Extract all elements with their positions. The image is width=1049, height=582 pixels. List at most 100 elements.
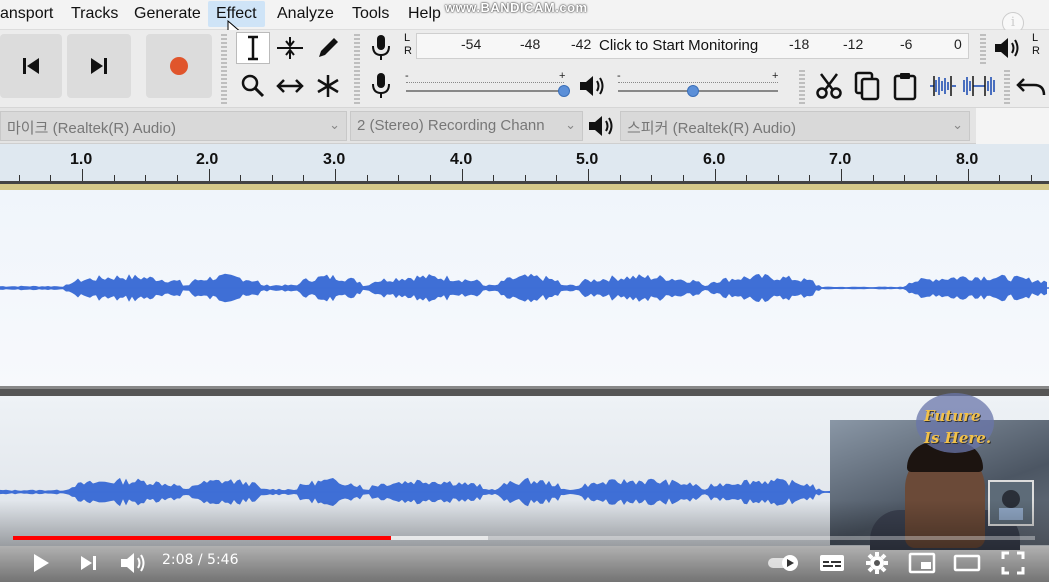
envelope-tool-button[interactable]: [273, 32, 307, 64]
ruler-tick: [935, 175, 937, 181]
trim-icon: [930, 76, 956, 96]
meter-tick: -6: [900, 36, 913, 52]
channel-separator[interactable]: [0, 386, 1049, 396]
meter-tick: 0: [954, 36, 962, 52]
record-button[interactable]: [146, 34, 212, 98]
paste-icon: [893, 73, 917, 101]
toolbar-grip[interactable]: [221, 34, 227, 104]
draw-tool-button[interactable]: [311, 32, 345, 64]
menu-generate[interactable]: Generate: [131, 5, 204, 23]
record-meter-button[interactable]: [364, 32, 398, 64]
ruler-label: 8.0: [956, 151, 979, 168]
menu-tools[interactable]: Tools: [349, 5, 392, 23]
playback-volume-thumb[interactable]: [687, 85, 700, 97]
menu-tracks[interactable]: Tracks: [68, 5, 121, 23]
playback-meter-button[interactable]: [990, 32, 1024, 64]
trim-button[interactable]: [926, 70, 960, 102]
ruler-label: 5.0: [576, 151, 599, 168]
volume-button[interactable]: [116, 546, 150, 580]
miniplayer-icon: [908, 552, 936, 574]
silence-button[interactable]: [962, 70, 996, 102]
volume-icon: [121, 553, 145, 573]
selection-tool-icon: [248, 35, 258, 61]
mic-volume-slider[interactable]: [406, 90, 564, 92]
ruler-tick: [493, 175, 495, 181]
zoom-tool-button[interactable]: [236, 70, 270, 102]
ruler-label: 1.0: [70, 151, 93, 168]
speaker-icon: [580, 76, 604, 96]
copy-icon: [854, 71, 880, 101]
slider-scale: [618, 75, 778, 83]
skip-to-start-icon: [23, 58, 39, 74]
chevron-down-icon: ⌄: [329, 117, 340, 132]
ruler-tick: [398, 175, 400, 181]
theater-icon: [953, 554, 981, 572]
menu-analyze[interactable]: Analyze: [274, 5, 337, 23]
autoplay-toggle[interactable]: [764, 546, 804, 580]
skip-to-end-button[interactable]: [67, 34, 131, 98]
multi-tool-button[interactable]: [311, 70, 345, 102]
settings-button[interactable]: [862, 546, 892, 580]
ruler-tick: [714, 169, 716, 181]
next-icon: [81, 556, 96, 570]
play-icon: [34, 554, 49, 572]
toolbar-grip[interactable]: [980, 34, 986, 64]
skip-to-start-button[interactable]: [0, 34, 62, 98]
theater-mode-button[interactable]: [951, 546, 983, 580]
ruler-tick: [904, 175, 906, 181]
miniplayer-button[interactable]: [906, 546, 938, 580]
ruler-tick: [777, 175, 779, 181]
fullscreen-button[interactable]: [997, 546, 1029, 580]
cut-button[interactable]: [812, 70, 846, 102]
slider-scale: [406, 75, 564, 83]
subtitles-button[interactable]: [817, 546, 847, 580]
toolbar-area: LR -54 -48 -42 Click to Start Monitoring…: [0, 30, 1049, 108]
ruler-tick: [682, 175, 684, 181]
undo-button[interactable]: [1014, 70, 1048, 102]
next-video-button[interactable]: [74, 546, 104, 580]
play-button[interactable]: [24, 546, 58, 580]
fullscreen-icon: [1001, 551, 1025, 575]
multi-tool-icon: [317, 75, 339, 97]
timeline-ruler[interactable]: 1.0 2.0 3.0 4.0 5.0 6.0 7.0 8.0: [0, 144, 1049, 184]
menu-transport[interactable]: ansport: [0, 5, 56, 23]
microphone-icon: [372, 73, 390, 98]
ruler-tick: [82, 169, 83, 181]
monitoring-prompt[interactable]: Click to Start Monitoring: [599, 37, 758, 54]
mic-volume-icon-button: [364, 70, 398, 102]
playback-device-select[interactable]: 스피커 (Realtek(R) Audio) ⌄: [620, 111, 970, 141]
paste-button[interactable]: [888, 70, 922, 102]
audio-track-left-channel[interactable]: [0, 190, 1049, 386]
time-shift-tool-icon: [276, 79, 304, 93]
selection-tool-button[interactable]: [236, 32, 270, 64]
mic-volume-thumb[interactable]: [558, 85, 570, 97]
time-display: 2:08 / 5:46: [162, 552, 239, 568]
zoom-tool-icon: [241, 74, 265, 98]
toolbar-grip[interactable]: [799, 70, 805, 104]
meter-tick: -54: [461, 36, 482, 52]
meter-tick: -48: [520, 36, 541, 52]
ruler-tick: [429, 175, 431, 181]
channel-logo-text: Future Is Here.: [924, 407, 992, 447]
ruler-tick: [366, 175, 368, 181]
copy-button[interactable]: [850, 70, 884, 102]
time-shift-tool-button[interactable]: [273, 70, 307, 102]
ruler-tick: [145, 175, 147, 181]
recording-device-select[interactable]: 마이크 (Realtek(R) Audio) ⌄: [0, 111, 347, 141]
autoplay-toggle-icon: [768, 555, 798, 571]
recording-channels-select[interactable]: 2 (Stereo) Recording Chann ⌄: [350, 111, 583, 141]
recording-channels-value: 2 (Stereo) Recording Chann: [357, 117, 545, 134]
menu-help[interactable]: Help: [405, 5, 444, 23]
record-meter[interactable]: -54 -48 -42 Click to Start Monitoring -1…: [416, 33, 969, 59]
cut-icon: [816, 73, 842, 99]
ruler-tick: [967, 169, 969, 181]
recording-device-value: 마이크 (Realtek(R) Audio): [7, 120, 176, 137]
envelope-tool-icon: [277, 37, 303, 59]
menu-bar: ansport Tracks Generate Effect Analyze T…: [0, 0, 1049, 39]
toolbar-grip[interactable]: [1004, 70, 1010, 104]
silence-icon: [963, 76, 995, 96]
ruler-label: 3.0: [323, 151, 346, 168]
ruler-tick: [872, 175, 874, 181]
toolbar-grip[interactable]: [354, 34, 360, 104]
ruler-tick: [588, 169, 589, 181]
